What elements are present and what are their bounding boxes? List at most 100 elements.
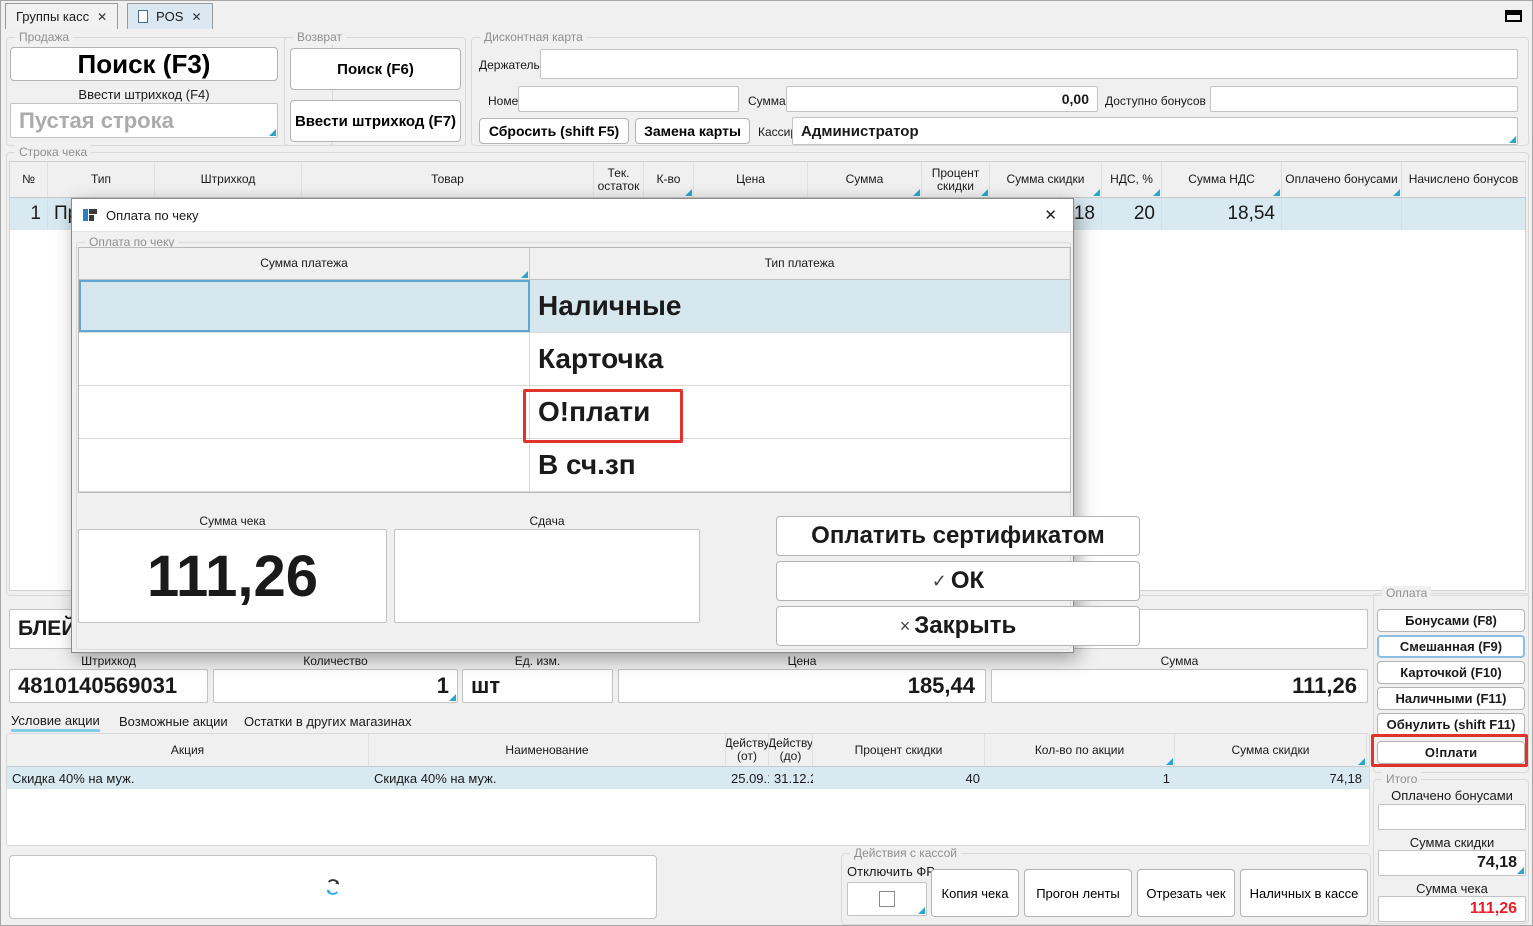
dialog-title-bar[interactable]: Оплата по чеку ✕: [72, 199, 1073, 232]
payment-type-row[interactable]: Наличные: [79, 280, 1070, 333]
column-header[interactable]: Штрихкод: [155, 162, 302, 197]
column-header[interactable]: К-во: [644, 162, 694, 197]
tab-promo-conditions[interactable]: Условие акции: [11, 711, 100, 732]
card-replace-button[interactable]: Замена карты: [635, 118, 750, 144]
payment-type-row[interactable]: В сч.зп: [79, 439, 1070, 492]
unit-label: Ед. изм.: [462, 654, 613, 668]
column-header[interactable]: Тип: [48, 162, 155, 197]
tab-other-stores-stock[interactable]: Остатки в других магазинах: [244, 711, 412, 732]
payment-type-row[interactable]: Карточка: [79, 333, 1070, 386]
column-header[interactable]: Сумма: [808, 162, 922, 197]
card-sum-input[interactable]: 0,00: [786, 86, 1098, 112]
price-field[interactable]: 185,44: [618, 669, 986, 703]
card-number-input[interactable]: [518, 86, 739, 112]
tab-possible-promos[interactable]: Возможные акции: [119, 711, 228, 732]
barcode-value: 4810140569031: [18, 673, 177, 699]
card-bonus-input[interactable]: [1210, 86, 1518, 112]
cell-vat-sum: 18,54: [1162, 198, 1282, 230]
sale-search-button[interactable]: Поиск (F3): [10, 47, 278, 81]
column-header[interactable]: НДС, %: [1102, 162, 1162, 197]
pay-certificate-button[interactable]: Оплатить сертификатом: [776, 516, 1140, 556]
column-header[interactable]: Сумма скидки: [1175, 734, 1367, 766]
sum-field[interactable]: 111,26: [991, 669, 1368, 703]
payment-sum-cell[interactable]: [79, 386, 530, 438]
close-button[interactable]: × Закрыть: [776, 606, 1140, 646]
column-header[interactable]: Процент скидки: [813, 734, 985, 766]
column-header[interactable]: Сумма НДС: [1162, 162, 1282, 197]
payment-type-cell[interactable]: О!плати: [530, 386, 1070, 438]
pos-window: Группы касс ✕ POS ✕ Продажа Поиск (F3) В…: [0, 0, 1533, 926]
column-header[interactable]: Цена: [694, 162, 808, 197]
pay-oplati-button[interactable]: О!плати: [1377, 741, 1525, 764]
app-logo-icon: [82, 207, 98, 223]
column-header[interactable]: Сумма платежа: [79, 248, 530, 279]
column-header[interactable]: Начислено бонусов: [1402, 162, 1526, 197]
refund-search-button[interactable]: Поиск (F6): [290, 48, 461, 90]
column-header[interactable]: Акция: [7, 734, 369, 766]
dialog-close-icon[interactable]: ✕: [1038, 206, 1063, 224]
cut-receipt-button[interactable]: Отрезать чек: [1137, 869, 1235, 917]
payment-sum-cell[interactable]: [79, 280, 530, 332]
qty-field[interactable]: 1: [213, 669, 458, 703]
column-header[interactable]: Действу (до): [769, 734, 813, 766]
tab-pos-label: POS: [156, 9, 183, 24]
cashier-input[interactable]: Администратор: [792, 117, 1518, 145]
disable-fr-label: Отключить ФР: [847, 864, 935, 879]
receipt-sum-field[interactable]: 111,26: [1378, 896, 1526, 922]
qty-value: 1: [437, 673, 449, 699]
refresh-icon[interactable]: [324, 878, 342, 896]
promo-table: Акция Наименование Действу (от) Действу …: [6, 733, 1370, 846]
tab-close-icon[interactable]: ✕: [191, 10, 201, 24]
discount-sum-field[interactable]: 74,18: [1378, 850, 1526, 876]
column-header[interactable]: Кол-во по акции: [985, 734, 1175, 766]
unit-field[interactable]: шт: [462, 669, 613, 703]
product-name-value: БЛЕЙ: [18, 617, 76, 641]
column-header[interactable]: Действу (от): [726, 734, 769, 766]
column-header[interactable]: Наименование: [369, 734, 726, 766]
payment-sum-cell[interactable]: [79, 333, 530, 385]
disable-fr-checkbox[interactable]: [879, 891, 895, 907]
sale-barcode-input[interactable]: Пустая строка: [10, 103, 278, 138]
barcode-field[interactable]: 4810140569031: [9, 669, 208, 703]
promo-row[interactable]: Скидка 40% на муж. Скидка 40% на муж. 25…: [7, 767, 1369, 789]
payment-sum-cell[interactable]: [79, 439, 530, 491]
maximize-icon[interactable]: [1505, 10, 1522, 22]
column-header[interactable]: Сумма скидки: [990, 162, 1102, 197]
check-icon: ✓: [932, 571, 947, 592]
tab-pos[interactable]: POS ✕: [127, 3, 213, 29]
pay-bonus-button[interactable]: Бонусами (F8): [1377, 609, 1525, 632]
cell-name: Скидка 40% на муж.: [369, 767, 726, 789]
column-header[interactable]: Оплачено бонусами: [1282, 162, 1402, 197]
column-header[interactable]: Тек. остаток: [594, 162, 644, 197]
refund-barcode-button[interactable]: Ввести штрихкод (F7): [290, 100, 461, 142]
qty-label: Количество: [213, 654, 458, 668]
column-header[interactable]: Товар: [302, 162, 594, 197]
feed-tape-button[interactable]: Прогон ленты: [1024, 869, 1132, 917]
ok-button[interactable]: ✓ ОК: [776, 561, 1140, 601]
receipt-copy-button[interactable]: Копия чека: [931, 869, 1019, 917]
receipt-lines-group-label: Строка чека: [15, 145, 91, 160]
card-holder-input[interactable]: [540, 49, 1518, 79]
promo-table-header: Акция Наименование Действу (от) Действу …: [7, 734, 1369, 767]
cash-in-register-button[interactable]: Наличных в кассе: [1240, 869, 1368, 917]
sum-label: Сумма: [991, 654, 1368, 668]
disable-fr-field: [847, 882, 927, 916]
pay-cash-button[interactable]: Наличными (F11): [1377, 687, 1525, 710]
column-header[interactable]: №: [10, 162, 48, 197]
payment-type-cell[interactable]: В сч.зп: [530, 439, 1070, 491]
tab-cash-groups[interactable]: Группы касс ✕: [5, 3, 118, 29]
payment-type-cell[interactable]: Наличные: [530, 280, 1070, 332]
pay-mixed-button[interactable]: Смешанная (F9): [1377, 635, 1525, 658]
card-reset-button[interactable]: Сбросить (shift F5): [479, 118, 629, 144]
payment-type-cell[interactable]: Карточка: [530, 333, 1070, 385]
paid-bonus-field[interactable]: [1378, 804, 1526, 830]
reset-button[interactable]: Обнулить (shift F11): [1377, 713, 1525, 736]
dialog-sum-label: Сумма чека: [78, 514, 387, 528]
pay-card-button[interactable]: Карточкой (F10): [1377, 661, 1525, 684]
discount-sum-label: Сумма скидки: [1374, 835, 1530, 850]
dialog-sum-box: 111,26: [78, 529, 387, 623]
payment-type-row[interactable]: О!плати: [79, 386, 1070, 439]
tab-close-icon[interactable]: ✕: [97, 10, 107, 24]
column-header[interactable]: Тип платежа: [530, 248, 1070, 279]
column-header[interactable]: Процент скидки: [922, 162, 990, 197]
